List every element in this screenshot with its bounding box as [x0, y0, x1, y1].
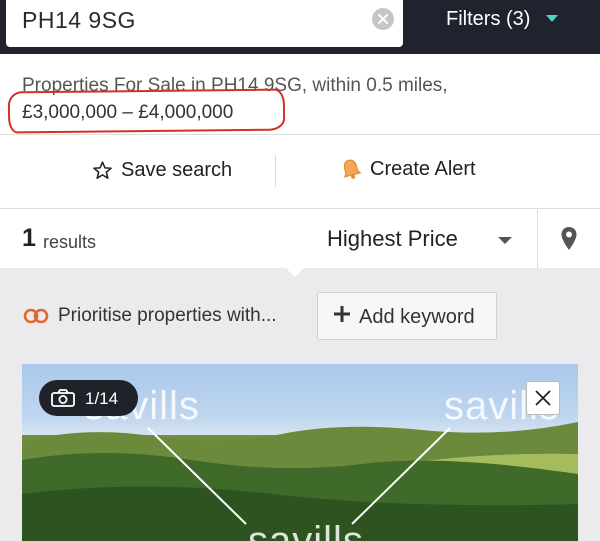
- close-button[interactable]: [526, 381, 560, 415]
- create-alert-button[interactable]: Create Alert: [340, 157, 476, 181]
- photo-counter-label: 1/14: [85, 389, 119, 408]
- search-value: PH14 9SG: [22, 7, 136, 33]
- results-count: 1: [22, 224, 36, 252]
- infinity-icon: [23, 308, 49, 324]
- clear-icon[interactable]: [372, 8, 394, 30]
- results-row: 1 results Highest Price: [0, 210, 600, 268]
- vertical-divider: [537, 210, 538, 268]
- red-annotation-circle: [7, 88, 286, 134]
- results-label: results: [43, 232, 97, 252]
- camera-icon: [51, 389, 75, 407]
- divider: [0, 208, 600, 209]
- close-icon: [535, 390, 551, 406]
- filters-caret-icon[interactable]: [546, 15, 558, 22]
- sort-caret-icon[interactable]: [498, 237, 512, 244]
- vertical-divider: [275, 155, 276, 187]
- add-keyword-button[interactable]: Add keyword: [317, 292, 497, 340]
- top-bar: PH14 9SG Filters (3): [0, 0, 600, 54]
- add-keyword-label: Add keyword: [359, 306, 475, 328]
- bell-icon: [343, 159, 362, 179]
- search-input[interactable]: PH14 9SG: [6, 0, 403, 47]
- watermark: savills: [248, 519, 364, 541]
- photo-counter[interactable]: 1/14: [39, 380, 138, 416]
- sort-select[interactable]: Highest Price: [327, 226, 458, 252]
- action-row: Save search Create Alert: [0, 135, 600, 208]
- plus-icon: [334, 306, 350, 322]
- save-search-label: Save search: [121, 159, 233, 181]
- save-search-button[interactable]: Save search: [92, 159, 232, 182]
- prioritise-label: Prioritise properties with...: [58, 305, 277, 326]
- create-alert-label: Create Alert: [370, 157, 476, 180]
- prioritise-keywords[interactable]: Prioritise properties with...: [22, 305, 277, 327]
- star-icon: [93, 161, 112, 179]
- map-pin-icon[interactable]: [560, 226, 578, 252]
- filters-button[interactable]: Filters (3): [446, 8, 530, 31]
